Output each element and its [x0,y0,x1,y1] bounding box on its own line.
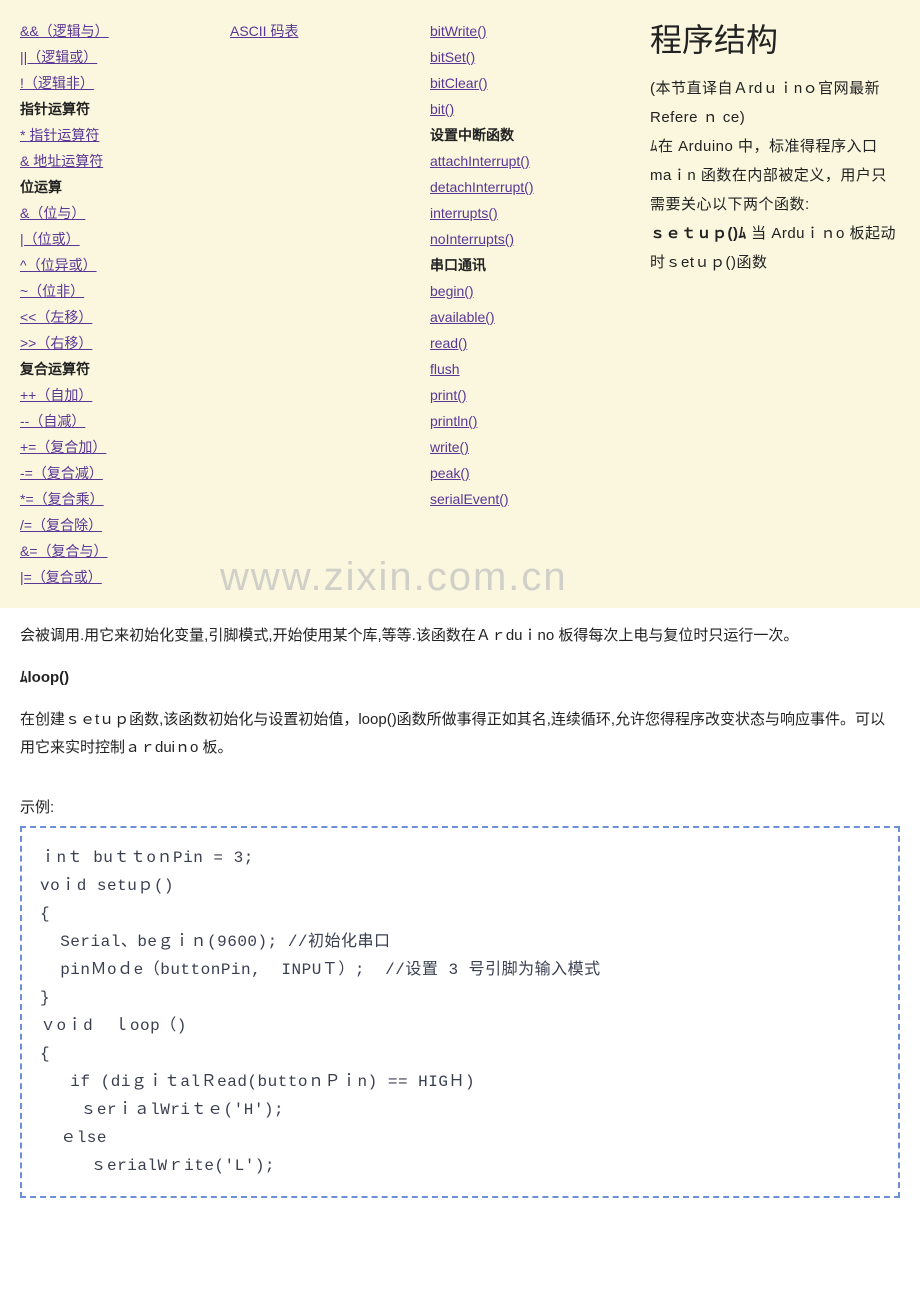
link-bitclear[interactable]: bitClear() [430,70,650,96]
side-setup-line: ｓｅｔｕｐ()ﾑ 当 Arduｉｎo 板起动时ｓetｕｐ()函数 [650,219,900,277]
link-ascii-table[interactable]: ASCII 码表 [230,18,430,44]
code-example: ｉnｔ buｔｔoｎPin = 3; voｉd setuｐ() { Serial… [20,826,900,1198]
link-dec[interactable]: --（自减） [20,408,230,434]
setup-label: ｓｅｔｕｐ()ﾑ [650,225,747,242]
link-nointerrupts[interactable]: noInterrupts() [430,226,650,252]
link-bit-or[interactable]: |（位或） [20,226,230,252]
paragraph-loop: 在创建ｓｅtｕｐ函数,该函数初始化与设置初始值，loop()函数所做事得正如其名… [20,706,900,762]
body-content: 会被调用.用它来初始化变量,引脚模式,开始使用某个库,等等.该函数在Ａｒduｉn… [0,608,920,794]
header-serial: 串口通讯 [430,252,650,278]
link-bit[interactable]: bit() [430,96,650,122]
column-3: bitWrite() bitSet() bitClear() bit() 设置中… [430,18,650,590]
link-detachinterrupt[interactable]: detachInterrupt() [430,174,650,200]
heading-loop: ﾑloop() [20,664,900,692]
column-4-side-text: 程序结构 (本节直译自Ａrdｕｉnｏ官网最新Refere ｎ ce) ﾑ在 Ar… [650,18,900,590]
link-addr[interactable]: & 地址运算符 [20,148,230,174]
example-label: 示例: [0,794,920,822]
link-mul-assign[interactable]: *=（复合乘） [20,486,230,512]
header-bit-ops: 位运算 [20,174,230,200]
link-shift-right[interactable]: >>（右移） [20,330,230,356]
link-shift-left[interactable]: <<（左移） [20,304,230,330]
link-print[interactable]: print() [430,382,650,408]
side-title: 程序结构 [650,18,900,62]
link-begin[interactable]: begin() [430,278,650,304]
link-peak[interactable]: peak() [430,460,650,486]
paragraph-setup-cont: 会被调用.用它来初始化变量,引脚模式,开始使用某个库,等等.该函数在Ａｒduｉn… [20,622,900,650]
link-bitwrite[interactable]: bitWrite() [430,18,650,44]
link-sub-assign[interactable]: -=（复合减） [20,460,230,486]
link-bit-and[interactable]: &（位与） [20,200,230,226]
link-bit-xor[interactable]: ^（位异或） [20,252,230,278]
link-flush[interactable]: flush [430,356,650,382]
header-compound-ops: 复合运算符 [20,356,230,382]
link-add-assign[interactable]: +=（复合加） [20,434,230,460]
link-write[interactable]: write() [430,434,650,460]
side-intro-2: ﾑ在 Arduino 中，标准得程序入口 maｉn 函数在内部被定义，用户只需要… [650,132,900,219]
link-serialevent[interactable]: serialEvent() [430,486,650,512]
link-and-assign[interactable]: &=（复合与） [20,538,230,564]
link-attachinterrupt[interactable]: attachInterrupt() [430,148,650,174]
header-interrupt: 设置中断函数 [430,122,650,148]
link-println[interactable]: println() [430,408,650,434]
link-logical-not[interactable]: !（逻辑非） [20,70,230,96]
link-div-assign[interactable]: /=（复合除） [20,512,230,538]
link-available[interactable]: available() [430,304,650,330]
highlighted-columns: &&（逻辑与） ||（逻辑或） !（逻辑非） 指针运算符 * 指针运算符 & 地… [0,0,920,608]
link-bitset[interactable]: bitSet() [430,44,650,70]
link-bit-not[interactable]: ~（位非） [20,278,230,304]
link-logical-or[interactable]: ||（逻辑或） [20,44,230,70]
link-logical-and[interactable]: &&（逻辑与） [20,18,230,44]
link-inc[interactable]: ++（自加） [20,382,230,408]
link-read[interactable]: read() [430,330,650,356]
header-pointer-ops: 指针运算符 [20,96,230,122]
link-or-assign[interactable]: |=（复合或） [20,564,230,590]
link-deref[interactable]: * 指针运算符 [20,122,230,148]
side-intro-1: (本节直译自Ａrdｕｉnｏ官网最新Refere ｎ ce) [650,74,900,132]
column-2: ASCII 码表 [230,18,430,590]
column-1: &&（逻辑与） ||（逻辑或） !（逻辑非） 指针运算符 * 指针运算符 & 地… [20,18,230,590]
link-interrupts[interactable]: interrupts() [430,200,650,226]
